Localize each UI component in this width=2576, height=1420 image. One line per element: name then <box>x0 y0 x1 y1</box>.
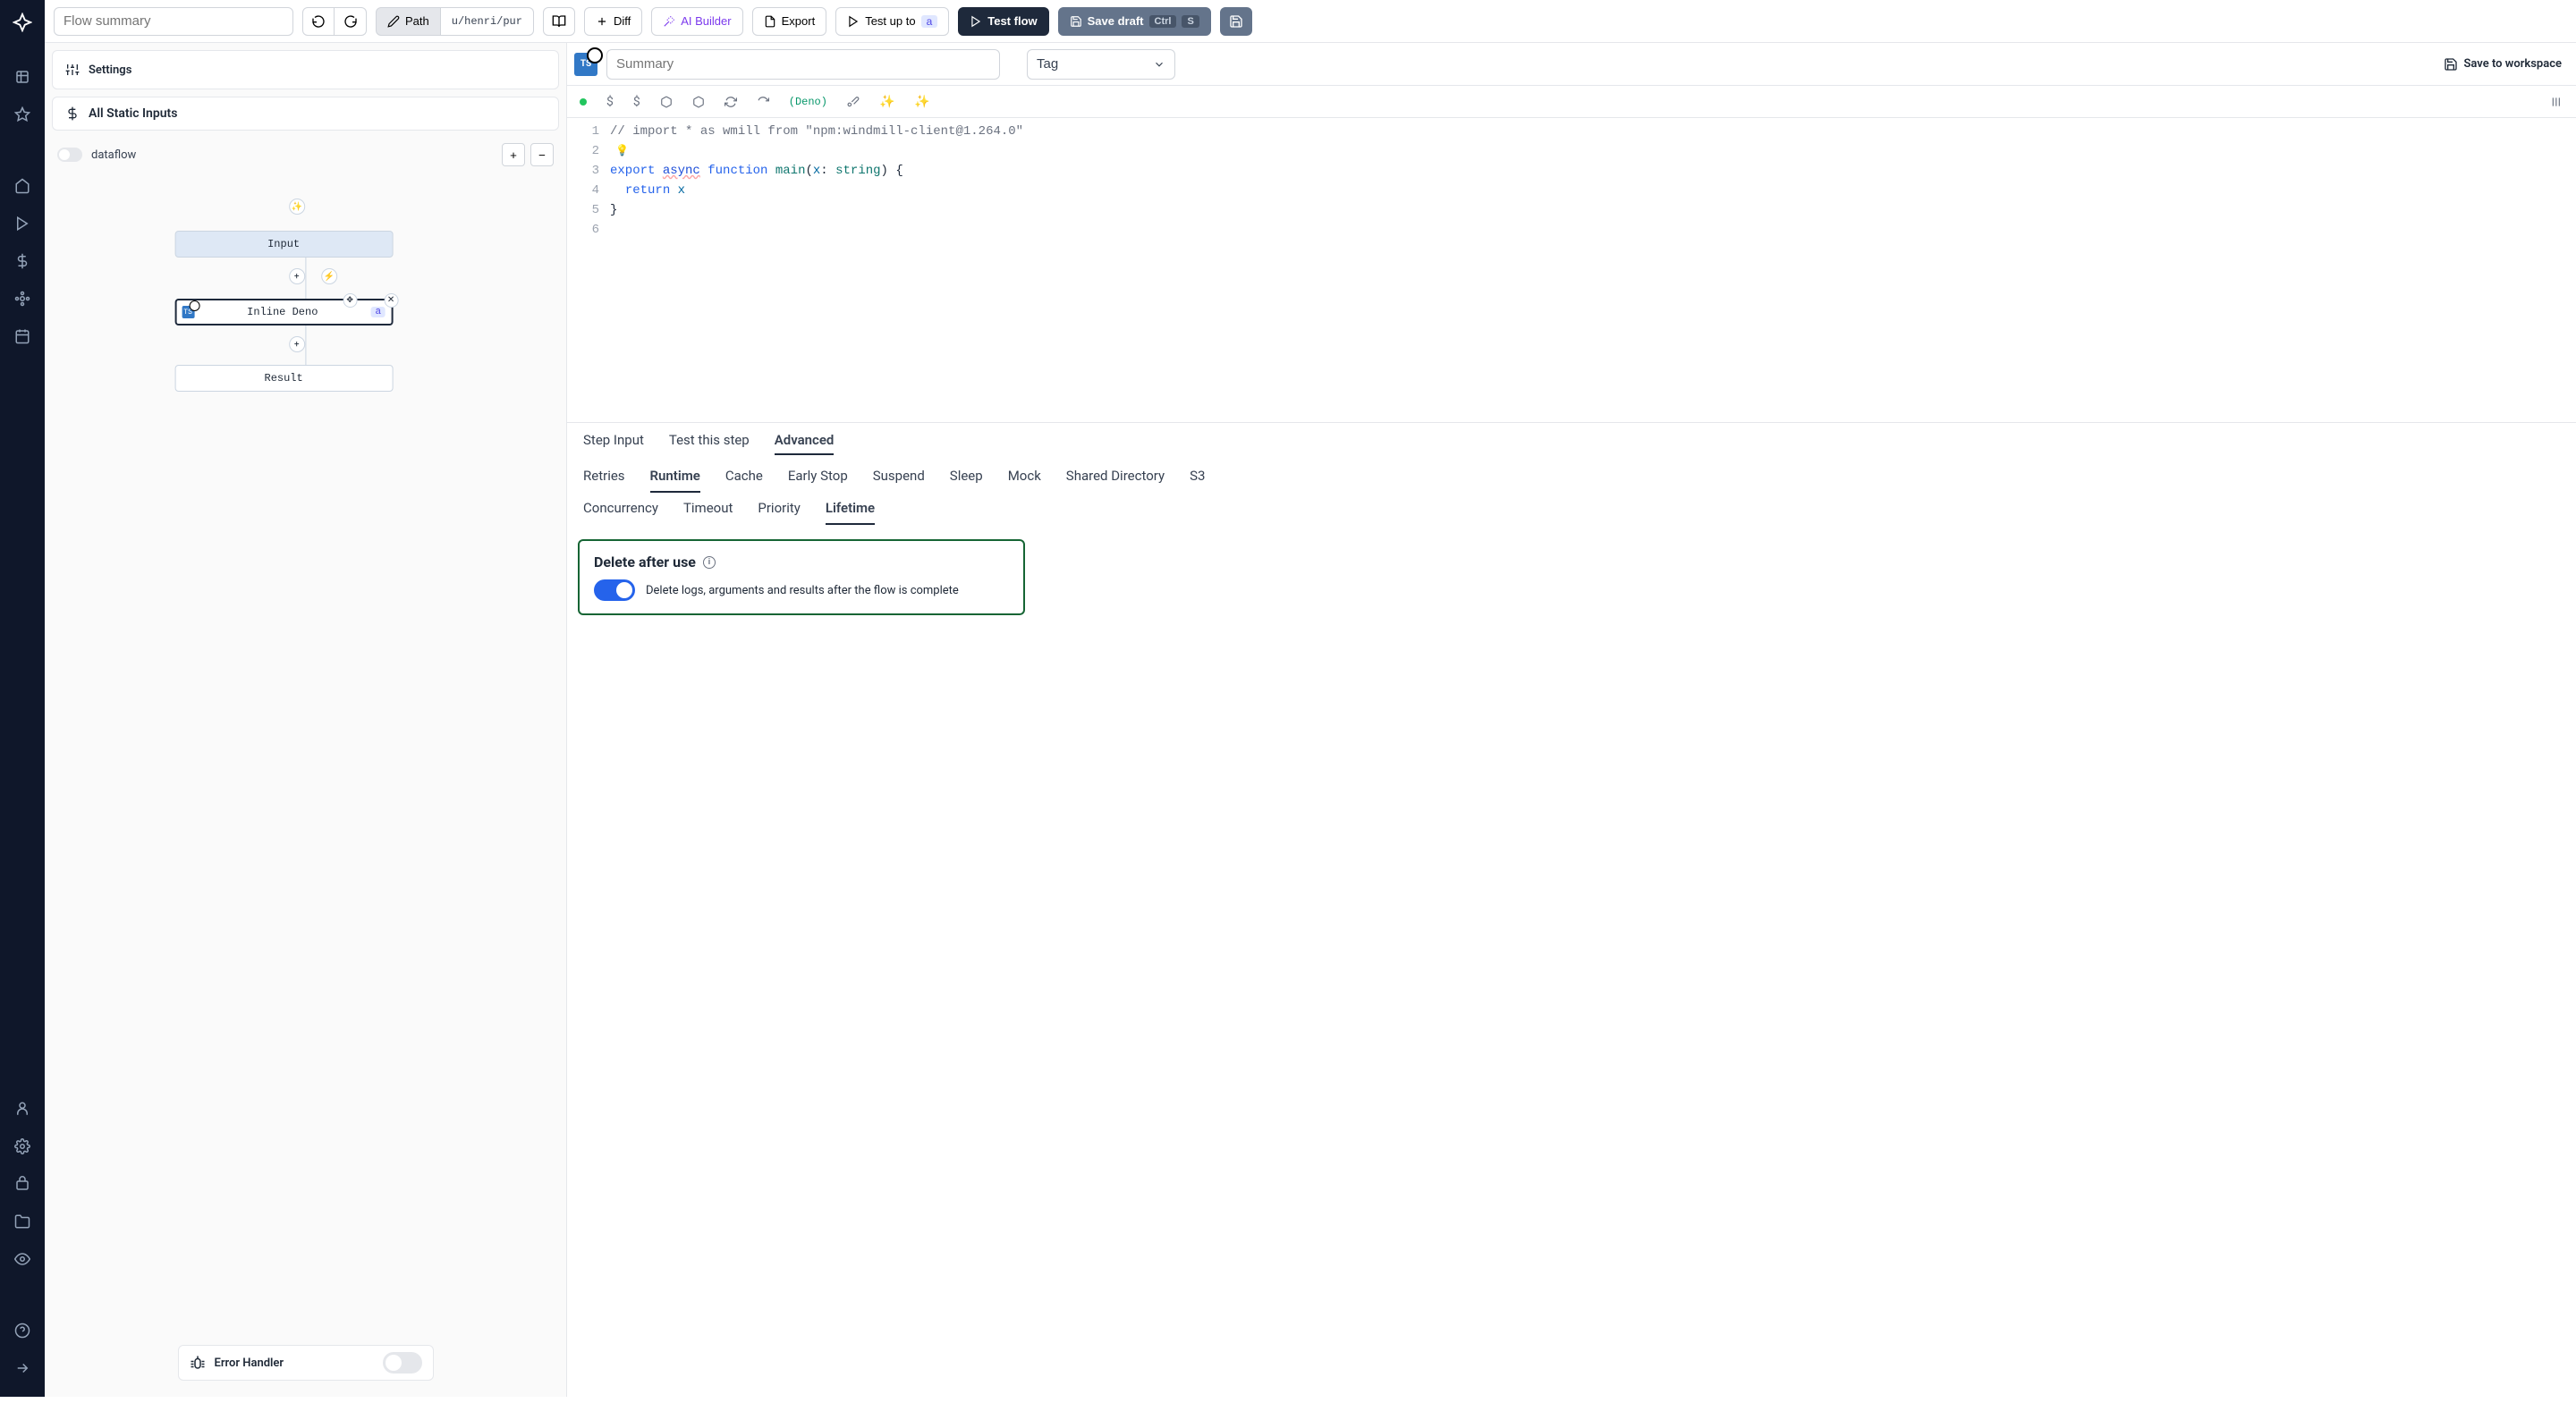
all-static-inputs-header[interactable]: All Static Inputs <box>52 97 559 131</box>
graph-node-inline-deno[interactable]: TS Inline Deno a ✥ ✕ <box>174 299 393 325</box>
settings-header[interactable]: Settings <box>52 50 559 89</box>
dataflow-toggle[interactable] <box>57 148 82 162</box>
line-gutter: 123456 💡 <box>567 118 610 422</box>
subtab-retries[interactable]: Retries <box>583 468 625 493</box>
step-summary-input[interactable] <box>606 49 1000 80</box>
lightbulb-icon[interactable]: 💡 <box>615 141 629 161</box>
schedules-icon[interactable] <box>12 325 33 347</box>
help-icon[interactable] <box>12 1320 33 1341</box>
save-draft-button[interactable]: Save draft Ctrl S <box>1058 7 1211 36</box>
main-tabs: Step Input Test this step Advanced <box>567 423 2576 461</box>
brush-icon[interactable] <box>847 96 860 108</box>
error-handler-label: Error Handler <box>215 1357 284 1370</box>
home-icon[interactable] <box>12 175 33 197</box>
eye-icon[interactable] <box>12 1248 33 1270</box>
tab-test-this-step[interactable]: Test this step <box>669 432 750 455</box>
delete-after-use-card: Delete after use i Delete logs, argument… <box>578 539 1025 615</box>
step-editor-panel: TS Tag Save to workspace $ $ ( <box>567 43 2576 1397</box>
subtab-shared-directory[interactable]: Shared Directory <box>1066 468 1165 493</box>
subtab-sleep[interactable]: Sleep <box>950 468 983 493</box>
zoom-out-button[interactable]: − <box>530 143 554 166</box>
graph-node-result[interactable]: Result <box>174 365 393 392</box>
status-dot <box>580 98 587 106</box>
chevron-down-icon <box>1153 58 1165 71</box>
test-flow-button[interactable]: Test flow <box>958 7 1048 36</box>
save-to-workspace-button[interactable]: Save to workspace <box>2436 57 2569 72</box>
deploy-button[interactable] <box>1220 7 1252 36</box>
test-up-to-button[interactable]: Test up to a <box>835 7 949 36</box>
diff-button[interactable]: Diff <box>584 7 642 36</box>
flow-graph-panel: Settings All Static Inputs dataflow + − … <box>45 43 567 1397</box>
add-step-button[interactable]: + <box>289 268 305 284</box>
delete-after-use-desc: Delete logs, arguments and results after… <box>646 584 959 597</box>
magic-wand-icon[interactable]: ✨ <box>289 199 305 215</box>
error-handler-toggle[interactable] <box>383 1352 422 1374</box>
delete-after-use-toggle[interactable] <box>594 579 635 601</box>
collapse-icon[interactable] <box>12 1357 33 1379</box>
step-id-badge: a <box>370 307 386 317</box>
sub-tabs-1: Retries Runtime Cache Early Stop Suspend… <box>567 461 2576 493</box>
resources-icon[interactable] <box>12 288 33 309</box>
export-button[interactable]: Export <box>752 7 827 36</box>
add-trigger-button[interactable]: ⚡ <box>321 268 337 284</box>
dataflow-label: dataflow <box>91 148 136 162</box>
graph-node-input[interactable]: Input <box>174 231 393 258</box>
move-node-icon[interactable]: ✥ <box>343 293 357 308</box>
deno-label: (Deno) <box>789 96 827 108</box>
tab-step-input[interactable]: Step Input <box>583 432 644 455</box>
star-icon[interactable] <box>12 104 33 125</box>
subtab-mock[interactable]: Mock <box>1008 468 1041 493</box>
workers-icon[interactable] <box>12 1173 33 1195</box>
subtab-lifetime[interactable]: Lifetime <box>826 500 875 525</box>
step-typescript-icon: TS <box>574 53 597 76</box>
editor-toolbar: $ $ (Deno) ✨ ✨ <box>567 86 2576 118</box>
windmill-logo[interactable] <box>13 13 32 32</box>
users-icon[interactable] <box>12 1098 33 1120</box>
wand-icon[interactable]: ✨ <box>879 95 894 109</box>
box-icon-1[interactable] <box>660 96 673 108</box>
top-toolbar: Path u/henri/pur Diff AI Builder Export … <box>45 0 2576 43</box>
columns-icon[interactable] <box>2551 96 2563 108</box>
subtab-concurrency[interactable]: Concurrency <box>583 500 658 525</box>
refresh-icon[interactable] <box>724 96 737 108</box>
zoom-in-button[interactable]: + <box>502 143 525 166</box>
folder-icon[interactable] <box>12 1211 33 1232</box>
path-button[interactable]: Path <box>376 7 441 36</box>
delete-after-use-title: Delete after use <box>594 554 696 571</box>
subtab-early-stop[interactable]: Early Stop <box>788 468 848 493</box>
subtab-s3[interactable]: S3 <box>1190 468 1205 493</box>
undo-button[interactable] <box>302 7 335 36</box>
box-icon-2[interactable] <box>692 96 705 108</box>
dollar-icon-1[interactable]: $ <box>606 95 614 109</box>
refresh-deno-icon[interactable] <box>757 96 769 108</box>
error-handler-card: Error Handler <box>178 1345 434 1381</box>
dollar-icon-2[interactable]: $ <box>633 95 640 109</box>
ai-builder-button[interactable]: AI Builder <box>651 7 742 36</box>
bug-icon <box>190 1355 206 1371</box>
gear-icon[interactable] <box>12 1136 33 1157</box>
tab-advanced[interactable]: Advanced <box>775 432 835 455</box>
path-value[interactable]: u/henri/pur <box>441 7 534 36</box>
flow-summary-input[interactable] <box>54 7 293 36</box>
redo-button[interactable] <box>335 7 367 36</box>
subtab-suspend[interactable]: Suspend <box>873 468 925 493</box>
variables-icon[interactable] <box>12 250 33 272</box>
add-step-button-2[interactable]: + <box>289 336 305 352</box>
subtab-priority[interactable]: Priority <box>758 500 800 525</box>
code-editor[interactable]: 123456 💡 // import * as wmill from "npm:… <box>567 118 2576 422</box>
app-sidebar <box>0 0 45 1397</box>
subtab-runtime[interactable]: Runtime <box>650 468 700 493</box>
subtab-timeout[interactable]: Timeout <box>683 500 733 525</box>
wand-off-icon[interactable]: ✨ <box>914 95 929 109</box>
typescript-icon: TS <box>182 306 194 318</box>
workspace-icon[interactable] <box>12 66 33 88</box>
info-icon[interactable]: i <box>703 556 716 569</box>
tag-select[interactable]: Tag <box>1027 49 1175 80</box>
docs-button[interactable] <box>543 7 575 36</box>
subtab-cache[interactable]: Cache <box>725 468 763 493</box>
test-up-to-badge: a <box>921 15 938 28</box>
runs-icon[interactable] <box>12 213 33 234</box>
delete-node-icon[interactable]: ✕ <box>384 293 398 308</box>
sub-tabs-2: Concurrency Timeout Priority Lifetime <box>567 493 2576 525</box>
